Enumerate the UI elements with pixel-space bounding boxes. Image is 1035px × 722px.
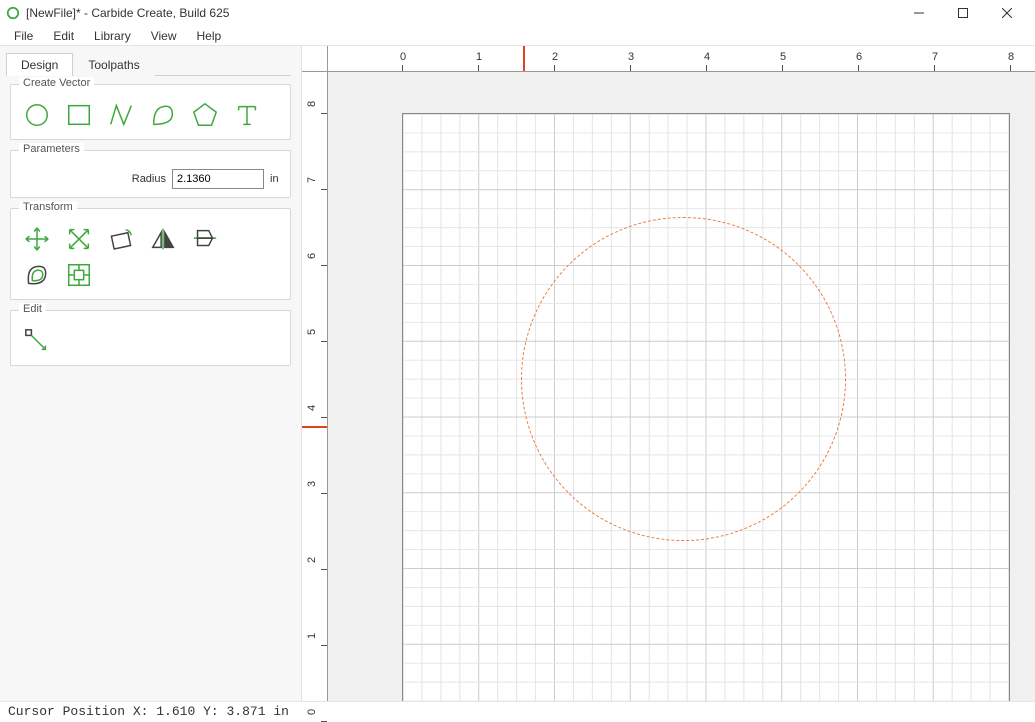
ruler-vertical: 012345678 [302,72,328,701]
group-create-vector: Create Vector [10,84,291,140]
cursor-label: Cursor Position X: [8,704,148,719]
cursor-unit: in [273,704,289,719]
selected-circle[interactable] [521,217,846,542]
group-label-create-vector: Create Vector [19,77,94,89]
canvas-area[interactable]: 012345678 012345678 [302,46,1035,701]
node-edit-tool-icon[interactable] [19,325,55,357]
ruler-horizontal: 012345678 [328,46,1035,72]
cursor-x-value: 1.610 [156,704,195,719]
close-button[interactable] [985,0,1029,26]
mirror-tool-icon[interactable] [145,223,181,255]
left-panel: Design Toolpaths Create Vector Parameter… [0,46,302,701]
menu-library[interactable]: Library [86,27,139,45]
rectangle-tool-icon[interactable] [61,99,97,131]
title-bar: [NewFile]* - Carbide Create, Build 625 [0,0,1035,26]
radius-label: Radius [132,173,166,185]
panel-tabs: Design Toolpaths [6,52,291,76]
offset-tool-icon[interactable] [19,259,55,291]
menu-bar: File Edit Library View Help [0,26,1035,46]
menu-view[interactable]: View [143,27,185,45]
array-tool-icon[interactable] [61,259,97,291]
group-label-edit: Edit [19,303,46,315]
tab-design[interactable]: Design [6,53,73,76]
cursor-y-label: Y: [203,704,219,719]
menu-help[interactable]: Help [189,27,230,45]
menu-edit[interactable]: Edit [45,27,82,45]
polygon-tool-icon[interactable] [187,99,223,131]
move-tool-icon[interactable] [19,223,55,255]
radius-input[interactable] [172,169,264,189]
maximize-button[interactable] [941,0,985,26]
polyline-tool-icon[interactable] [103,99,139,131]
group-label-parameters: Parameters [19,143,84,155]
group-transform: Transform [10,208,291,300]
group-parameters: Parameters Radius in [10,150,291,198]
ruler-corner [302,46,328,72]
curve-tool-icon[interactable] [145,99,181,131]
cursor-y-value: 3.871 [227,704,266,719]
circle-tool-icon[interactable] [19,99,55,131]
group-edit: Edit [10,310,291,366]
tab-toolpaths[interactable]: Toolpaths [73,53,154,76]
align-tool-icon[interactable] [187,223,223,255]
app-icon [6,6,20,20]
menu-file[interactable]: File [6,27,41,45]
rotate-tool-icon[interactable] [103,223,139,255]
radius-unit: in [270,173,282,185]
ruler-v-marker [302,426,327,428]
status-bar: Cursor Position X: 1.610 Y: 3.871 in [0,701,1035,721]
text-tool-icon[interactable] [229,99,265,131]
minimize-button[interactable] [897,0,941,26]
ruler-h-marker [523,46,525,71]
window-title: [NewFile]* - Carbide Create, Build 625 [26,6,897,20]
group-label-transform: Transform [19,201,77,213]
canvas-viewport[interactable] [328,72,1035,701]
scale-tool-icon[interactable] [61,223,97,255]
